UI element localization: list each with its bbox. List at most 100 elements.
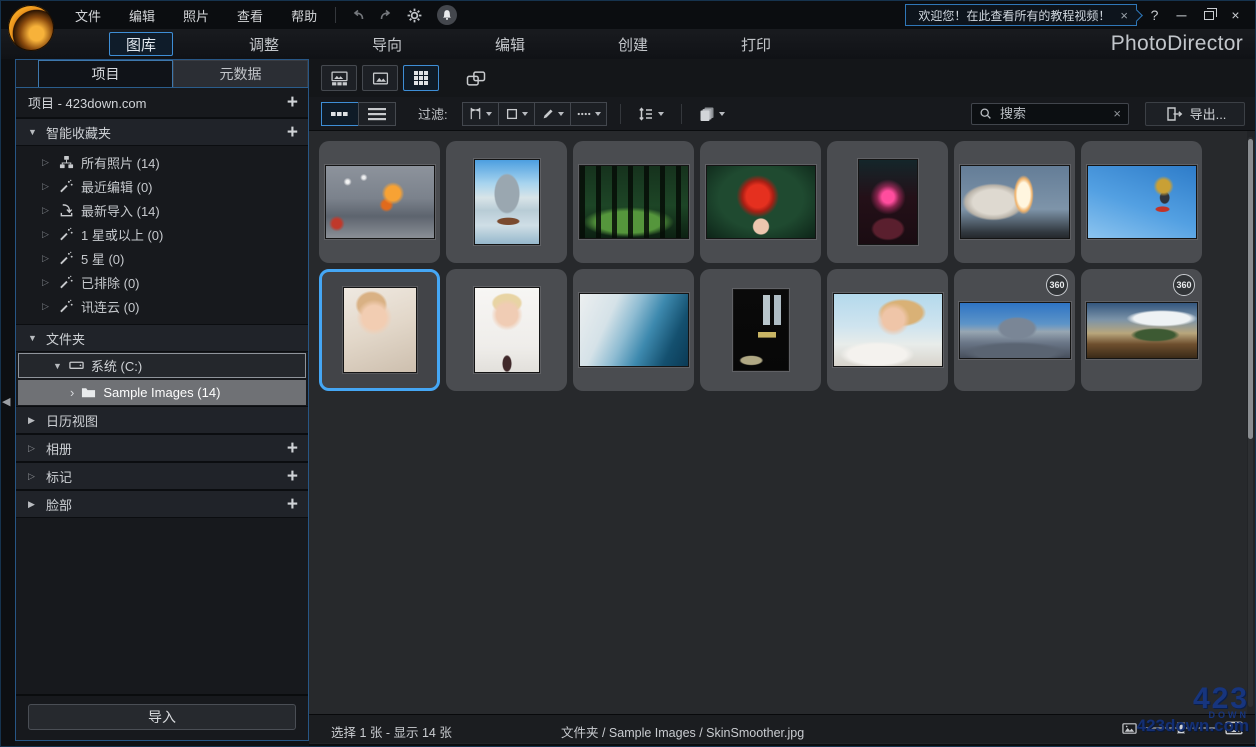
- stack-button[interactable]: [695, 102, 729, 126]
- collapse-left-icon[interactable]: ◀: [2, 395, 10, 408]
- photo-cell[interactable]: [827, 269, 948, 391]
- tab-guided[interactable]: 导向: [355, 32, 419, 56]
- welcome-tooltip-close-icon[interactable]: ×: [1120, 8, 1128, 23]
- photo-cell[interactable]: [827, 141, 948, 263]
- sidebar-tab-metadata[interactable]: 元数据: [173, 60, 308, 87]
- clear-search-icon[interactable]: ×: [1113, 106, 1121, 121]
- chevron-down-icon: [594, 111, 601, 116]
- photo-cell[interactable]: [700, 141, 821, 263]
- tree-item-label: 所有照片 (14): [81, 155, 160, 171]
- menu-edit[interactable]: 编辑: [119, 2, 165, 29]
- search-box[interactable]: ×: [971, 102, 1129, 125]
- view-grid-mode-button[interactable]: [403, 65, 439, 91]
- filter-label: 过滤:: [418, 107, 448, 122]
- undo-icon[interactable]: [344, 5, 372, 25]
- tree-item-sample-images[interactable]: › Sample Images (14): [18, 380, 306, 405]
- sort-button[interactable]: [634, 102, 668, 126]
- tab-print[interactable]: 打印: [724, 32, 788, 56]
- filter-edited-button[interactable]: [533, 101, 571, 126]
- add-album-button[interactable]: +: [287, 439, 298, 458]
- view-single-mode-button[interactable]: [362, 65, 398, 91]
- expand-icon: ▷: [42, 300, 49, 311]
- folder-label: Sample Images (14): [103, 385, 221, 400]
- import-button[interactable]: 导入: [28, 704, 296, 730]
- add-smart-collection-button[interactable]: +: [287, 123, 298, 142]
- help-button[interactable]: ?: [1141, 7, 1168, 23]
- magic-wand-icon: [59, 251, 74, 266]
- add-tag-button[interactable]: +: [287, 467, 298, 486]
- scrollbar-thumb[interactable]: [1248, 139, 1253, 439]
- photo-cell[interactable]: [573, 269, 694, 391]
- menu-file[interactable]: 文件: [65, 2, 111, 29]
- tab-edit[interactable]: 编辑: [478, 32, 542, 56]
- triangle-right-icon: ▶: [28, 414, 35, 425]
- chevron-down-icon: [718, 111, 725, 116]
- menu-photo[interactable]: 照片: [173, 2, 219, 29]
- add-face-button[interactable]: +: [287, 495, 298, 514]
- tree-item-rejected[interactable]: ▷ 已排除 (0): [16, 270, 308, 294]
- tree-item-drive-c[interactable]: ▼ 系统 (C:): [18, 353, 306, 378]
- redo-icon[interactable]: [372, 5, 400, 25]
- albums-header[interactable]: ▷ 相册 +: [16, 434, 308, 462]
- photo-thumbnail: [958, 301, 1071, 359]
- dual-display-button[interactable]: [458, 65, 494, 91]
- thumbnail-large-icon[interactable]: [1225, 719, 1243, 737]
- photo-cell[interactable]: [573, 141, 694, 263]
- tree-item-cyberlink-cloud[interactable]: ▷ 讯连云 (0): [16, 294, 308, 318]
- tags-header[interactable]: ▷ 标记 +: [16, 462, 308, 490]
- browser-view-icon: [331, 70, 348, 87]
- photo-cell[interactable]: [319, 141, 440, 263]
- add-project-button[interactable]: +: [287, 93, 298, 112]
- project-header: 项目 - 423down.com +: [16, 88, 308, 118]
- tree-item-latest-import[interactable]: ▷ 最新导入 (14): [16, 198, 308, 222]
- tree-item-one-star-up[interactable]: ▷ 1 星或以上 (0): [16, 222, 308, 246]
- faces-header[interactable]: ▶ 脸部 +: [16, 490, 308, 518]
- view-browser-mode-button[interactable]: [321, 65, 357, 91]
- search-input[interactable]: [998, 105, 1108, 122]
- smart-collection-header[interactable]: ▼ 智能收藏夹 +: [16, 118, 308, 146]
- filter-flags-button[interactable]: [461, 101, 499, 126]
- panel-collapse-strip: ◀: [1, 59, 15, 746]
- tree-item-recently-edited[interactable]: ▷ 最近编辑 (0): [16, 174, 308, 198]
- project-header-label: 项目 - 423down.com: [28, 96, 147, 111]
- photo-thumbnail: [473, 159, 540, 245]
- thumbnail-size-slider[interactable]: [1145, 722, 1217, 734]
- filter-color-label-button[interactable]: [497, 101, 535, 126]
- tab-adjust[interactable]: 调整: [232, 32, 296, 56]
- slider-thumb[interactable]: [1177, 722, 1185, 734]
- thumbnail-size-small-button[interactable]: [321, 101, 359, 126]
- photo-cell[interactable]: [954, 141, 1075, 263]
- calendar-view-header[interactable]: ▶ 日历视图: [16, 406, 308, 434]
- export-button[interactable]: 导出...: [1145, 101, 1245, 126]
- restore-button[interactable]: [1195, 7, 1222, 23]
- notification-bell-icon[interactable]: [437, 5, 458, 25]
- chevron-down-icon: [486, 111, 493, 116]
- tab-library[interactable]: 图库: [109, 32, 173, 56]
- settings-gear-icon[interactable]: [400, 5, 429, 26]
- photo-cell[interactable]: [1081, 141, 1202, 263]
- photo-cell[interactable]: [446, 141, 567, 263]
- photo-cell[interactable]: [446, 269, 567, 391]
- minimize-button[interactable]: ─: [1168, 7, 1195, 23]
- filter-more-button[interactable]: [569, 101, 607, 126]
- photo-thumbnail: [342, 287, 417, 373]
- photo-cell[interactable]: [700, 269, 821, 391]
- photo-cell-selected[interactable]: [319, 269, 440, 391]
- thumbnail-small-icon[interactable]: [1122, 721, 1137, 736]
- list-view-button[interactable]: [358, 101, 396, 126]
- menu-help[interactable]: 帮助: [281, 2, 327, 29]
- tree-item-all-photos[interactable]: ▷ 所有照片 (14): [16, 150, 308, 174]
- photo-cell[interactable]: 360: [1081, 269, 1202, 391]
- grid-scrollbar[interactable]: [1248, 137, 1253, 707]
- photo-cell[interactable]: 360: [954, 269, 1075, 391]
- close-button[interactable]: ×: [1222, 7, 1249, 23]
- photodirector-logo-icon: [8, 5, 54, 51]
- menu-view[interactable]: 查看: [227, 2, 273, 29]
- welcome-tooltip-text: 欢迎您！在此查看所有的教程视频！: [918, 8, 1111, 23]
- sidebar-tab-project[interactable]: 项目: [38, 60, 173, 87]
- tree-item-five-star[interactable]: ▷ 5 星 (0): [16, 246, 308, 270]
- folders-header[interactable]: ▼ 文件夹: [16, 324, 308, 352]
- magic-wand-icon: [59, 299, 74, 314]
- folders-label: 文件夹: [46, 331, 86, 347]
- tab-create[interactable]: 创建: [601, 32, 665, 56]
